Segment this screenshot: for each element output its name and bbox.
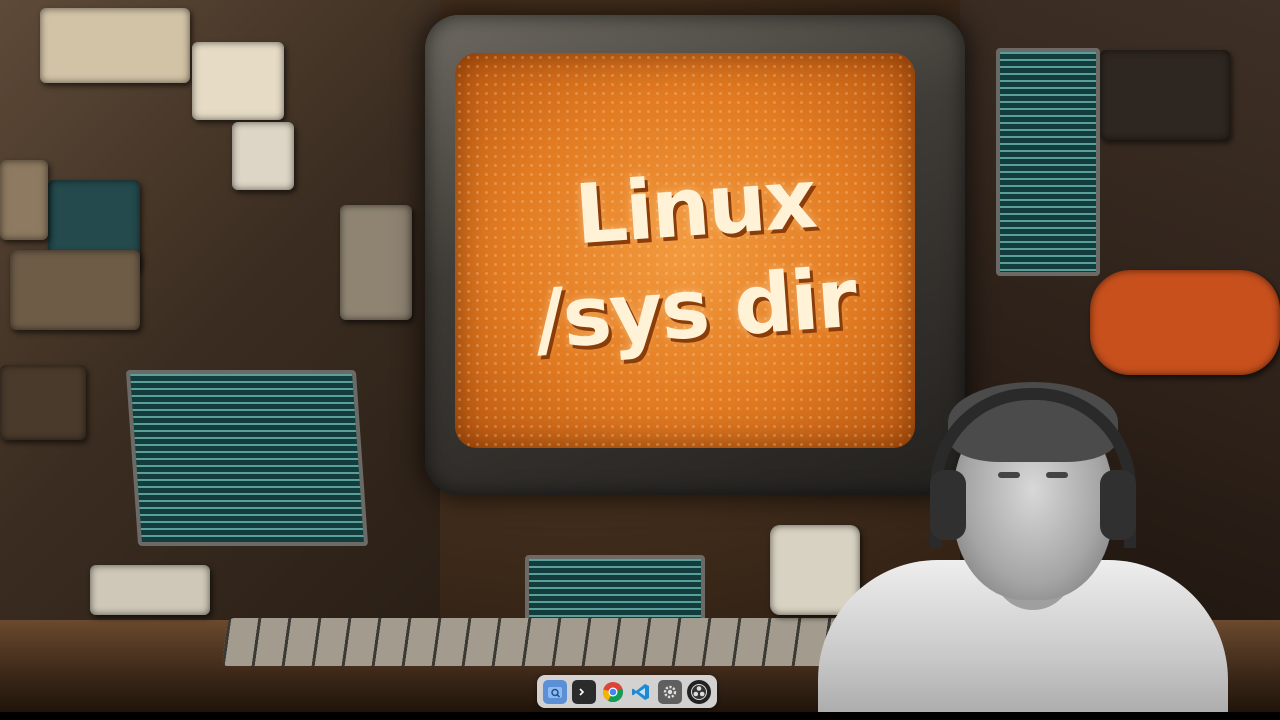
wall-gadget	[40, 8, 190, 83]
wall-gadget	[192, 42, 284, 120]
wall-gadget	[232, 122, 294, 190]
person-eye-right	[1046, 472, 1068, 478]
vscode-icon[interactable]	[629, 680, 653, 704]
obs-icon[interactable]	[686, 679, 711, 704]
chrome-icon[interactable]	[601, 680, 625, 704]
desk-device	[90, 565, 210, 615]
video-frame: Linux /sys dir	[0, 0, 1280, 712]
wall-gadget	[10, 250, 140, 330]
wall-gadget	[340, 205, 412, 320]
bottom-letterbox	[0, 712, 1280, 720]
taskbar-dock	[537, 675, 717, 708]
right-terminal-panel	[996, 48, 1100, 276]
folder-search-icon[interactable]	[543, 679, 568, 704]
left-terminal-monitor	[125, 370, 369, 546]
wall-gadget	[0, 365, 86, 440]
gear-icon[interactable]	[657, 679, 682, 704]
webcam-overlay	[818, 360, 1228, 712]
wall-gadget	[1100, 50, 1230, 140]
desk-terminal	[525, 555, 705, 625]
headset-ear-right	[1100, 470, 1136, 540]
headset-ear-left	[930, 470, 966, 540]
keyboard	[221, 618, 869, 666]
terminal-icon[interactable]	[571, 679, 596, 704]
wall-gadget	[0, 160, 48, 240]
person-eye-left	[998, 472, 1020, 478]
